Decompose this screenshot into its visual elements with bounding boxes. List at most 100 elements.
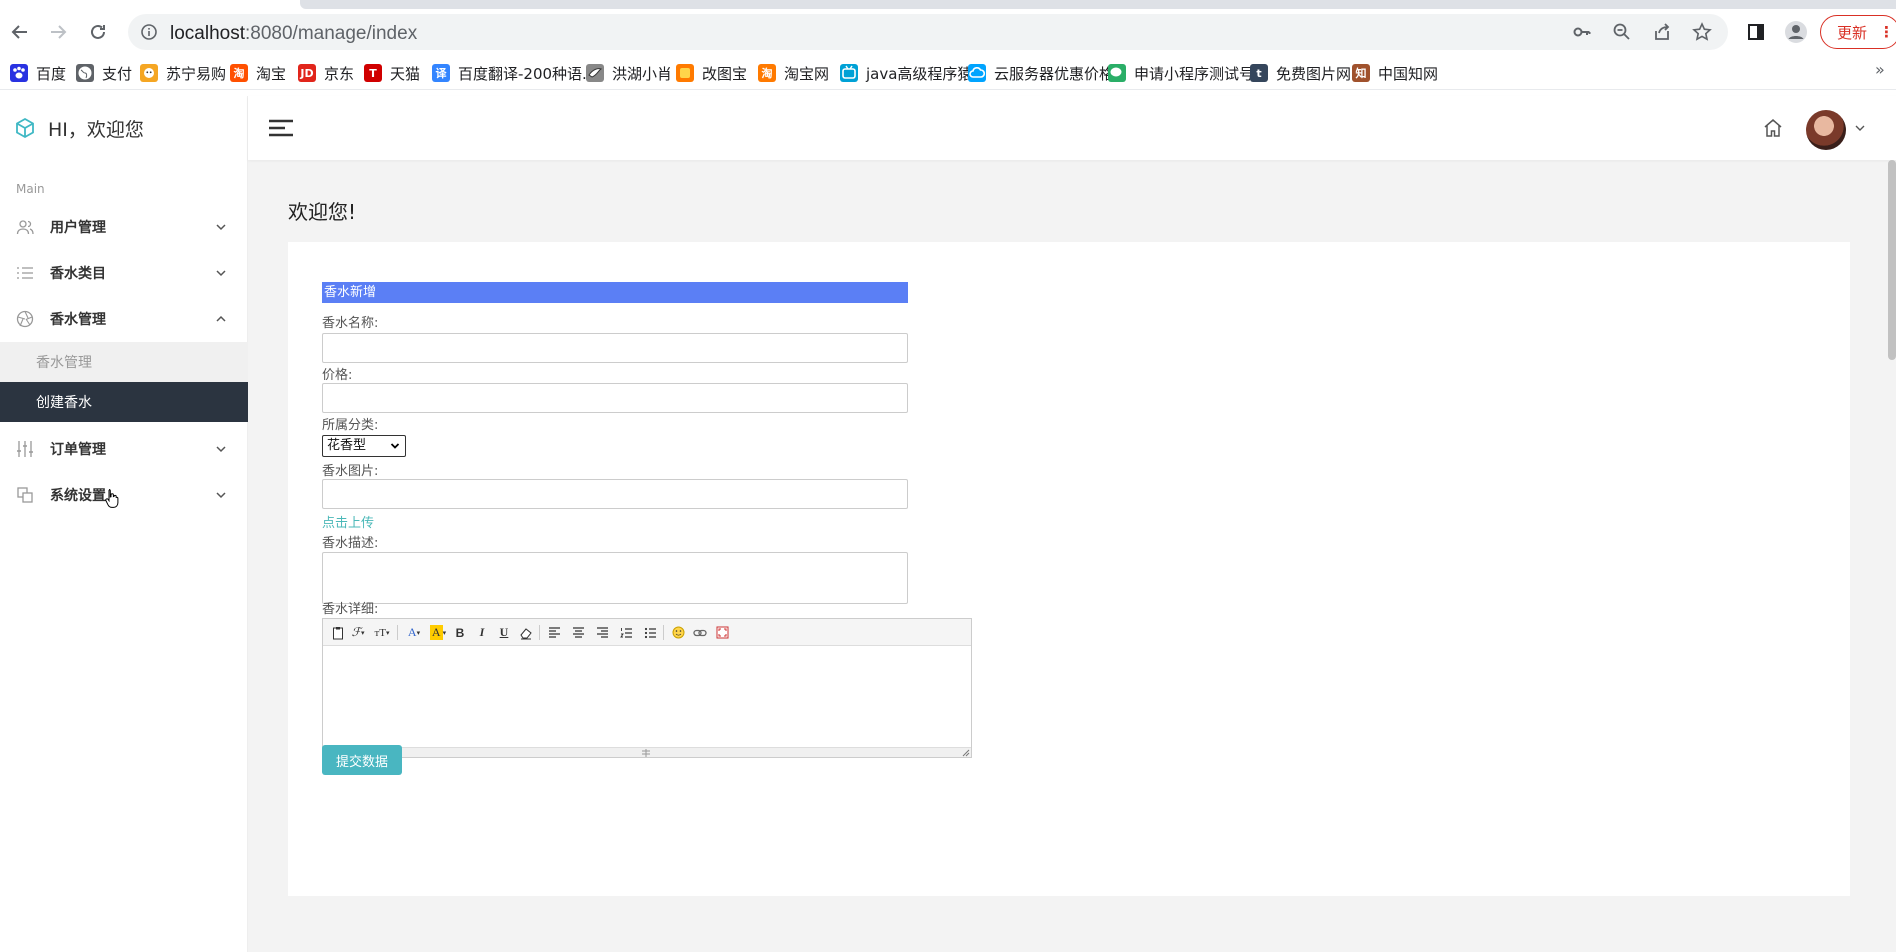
bookmark-item[interactable]: 改图宝 [676, 62, 747, 84]
profile-button[interactable] [1782, 18, 1810, 46]
bookmark-item[interactable]: java高级程序猿 [840, 62, 972, 84]
bookmark-item[interactable]: 洪湖小肖 [586, 62, 672, 84]
font-family-icon[interactable]: ℱ ▾ [349, 624, 367, 641]
key-icon[interactable] [1571, 21, 1593, 43]
font-size-button[interactable]: тT ▾ [371, 624, 393, 641]
image-input[interactable] [322, 479, 908, 509]
address-bar[interactable]: localhost:8080/manage/index [128, 14, 1728, 50]
bookmark-label: 中国知网 [1378, 64, 1439, 83]
image-label: 香水图片: [322, 464, 379, 479]
chevron-down-icon [216, 270, 226, 277]
price-input[interactable] [322, 383, 908, 413]
underline-button[interactable]: U [495, 624, 513, 641]
bookmark-item[interactable]: 知中国知网 [1352, 62, 1438, 84]
bookmark-item[interactable]: 申请小程序测试号 [1108, 62, 1254, 84]
bookmark-label: 洪湖小肖 [612, 64, 673, 83]
italic-button[interactable]: I [473, 624, 491, 641]
detail-label: 香水详细: [322, 602, 379, 617]
bookmark-item[interactable]: T 天猫 [364, 62, 420, 84]
bookmark-item[interactable]: 苏宁易购 [140, 62, 226, 84]
paste-icon[interactable] [329, 624, 347, 641]
avatar[interactable] [1806, 110, 1846, 150]
sidebar-item-orders[interactable]: 订单管理 [0, 426, 248, 472]
description-textarea[interactable] [322, 552, 908, 604]
sidebar-subitem-perfume-list[interactable]: 香水管理 [0, 342, 248, 382]
underline-icon: U [499, 625, 509, 639]
corner-resize-icon [962, 749, 970, 757]
sidebar-item-perfume[interactable]: 香水管理 [0, 296, 248, 342]
bookmark-item[interactable]: 支付 [76, 62, 132, 84]
page-scrollbar[interactable] [1888, 160, 1896, 360]
rich-text-editor[interactable]: ℱ ▾ тT ▾ A ▾ A ▾ B I U [322, 618, 972, 758]
share-icon[interactable] [1651, 21, 1673, 43]
bookmark-item[interactable]: 百度 [10, 62, 66, 84]
home-icon[interactable] [1763, 118, 1783, 138]
submit-button[interactable]: 提交数据 [322, 745, 402, 775]
ordered-list-icon[interactable] [617, 624, 635, 641]
browser-tabstrip [0, 0, 1896, 10]
hamburger-menu-icon[interactable] [268, 118, 294, 138]
name-input[interactable] [322, 333, 908, 363]
zoom-icon[interactable] [1611, 21, 1633, 43]
arrow-left-icon [11, 25, 27, 39]
sidebar-subitem-perfume-create[interactable]: 创建香水 [0, 382, 248, 422]
sidebar-item-label: 系统设置 [50, 488, 106, 504]
link-icon[interactable] [691, 624, 709, 641]
bookmark-item[interactable]: 译百度翻译-200种语... [432, 62, 596, 84]
sidebar-item-label: 香水类目 [50, 266, 106, 282]
bold-icon: B [455, 625, 465, 640]
forward-button[interactable] [44, 18, 72, 46]
bookmark-t-icon: t [1250, 64, 1268, 82]
sidebar-item-label: 用户管理 [50, 220, 106, 236]
form-header: 香水新增 [322, 282, 908, 303]
bookmark-label: 百度翻译-200种语... [458, 64, 597, 83]
bookmark-item[interactable]: 淘淘宝 [230, 62, 286, 84]
update-button[interactable]: 更新 ⋮ [1820, 15, 1896, 49]
back-button[interactable] [6, 18, 34, 46]
bookmark-item[interactable]: t 免费图片网 [1250, 62, 1351, 84]
bookmark-item[interactable]: 云服务器优惠价格 [968, 62, 1114, 84]
category-select[interactable]: 花香型 [322, 435, 406, 457]
eraser-icon[interactable] [517, 624, 535, 641]
highlight-color-icon[interactable]: A ▾ [427, 624, 449, 641]
align-center-icon[interactable] [569, 624, 587, 641]
sidebar-item-users[interactable]: 用户管理 [0, 204, 248, 250]
chevron-down-icon [216, 224, 226, 231]
sidebar-subitem-label: 香水管理 [36, 355, 92, 371]
bookmark-label: 淘宝网 [784, 64, 830, 83]
bookmark-cloud-icon [968, 64, 986, 82]
bullet-list-icon[interactable] [641, 624, 659, 641]
bookmark-label: 百度 [36, 64, 67, 83]
bookmark-favicon-icon: 知 [1352, 64, 1370, 82]
chevron-up-icon [216, 315, 226, 322]
bookmark-item[interactable]: JD 京东 [298, 62, 354, 84]
section-label-main: Main [16, 182, 45, 196]
toolbar-separator [663, 625, 664, 640]
bookmark-tv-icon [840, 64, 858, 82]
bookmark-label: 改图宝 [702, 64, 748, 83]
info-icon[interactable] [138, 21, 160, 43]
page-title: 欢迎您! [288, 200, 357, 224]
upload-link[interactable]: 点击上传 [322, 512, 374, 531]
bookmark-favicon-icon: T [364, 64, 382, 82]
side-panel-button[interactable] [1742, 18, 1770, 46]
bookmark-paw-icon [10, 64, 28, 82]
star-icon[interactable] [1691, 21, 1713, 43]
chevron-down-icon[interactable] [1854, 122, 1866, 134]
bold-button[interactable]: B [451, 624, 469, 641]
brand[interactable]: HI，欢迎您 [14, 116, 144, 141]
fullscreen-icon[interactable] [713, 624, 731, 641]
bookmarks-overflow-icon[interactable]: » [1875, 60, 1885, 79]
align-left-icon[interactable] [545, 624, 563, 641]
editor-resize-bar[interactable] [323, 747, 971, 757]
category-selected-value: 花香型 [327, 438, 367, 453]
sidebar-item-categories[interactable]: 香水类目 [0, 250, 248, 296]
sidebar-item-settings[interactable]: 系统设置 [0, 472, 248, 518]
bookmark-chat-icon [1108, 64, 1126, 82]
emoji-icon[interactable] [669, 624, 687, 641]
resize-handle-icon [642, 749, 650, 757]
text-color-icon[interactable]: A ▾ [403, 624, 425, 641]
bookmark-item[interactable]: 淘淘宝网 [758, 62, 829, 84]
reload-button[interactable] [84, 18, 112, 46]
align-right-icon[interactable] [593, 624, 611, 641]
